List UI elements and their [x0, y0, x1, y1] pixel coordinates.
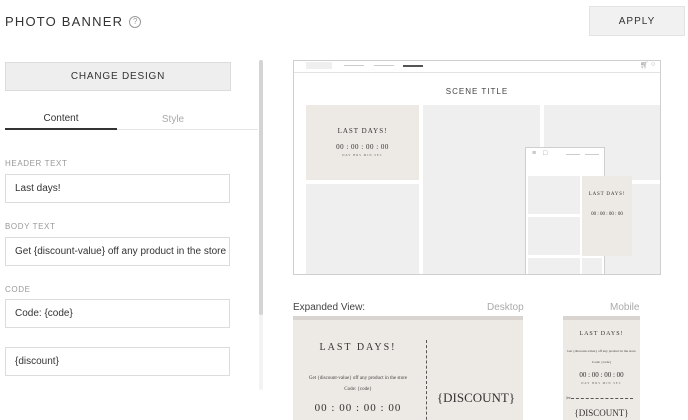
preview-nav-link [344, 65, 364, 66]
tab-style[interactable]: Style [117, 108, 229, 130]
expanded-desktop-body: Get {discount-value} off any product in … [308, 376, 408, 381]
preview-banner-heading: LAST DAYS! [337, 127, 388, 135]
preview-nav-link-active [403, 65, 423, 67]
header-text-input[interactable]: Last days! [5, 174, 230, 203]
desktop-preview: 🛒︎ ○ SCENE TITLE LAST DAYS! 00 : 00 : 00… [293, 60, 661, 275]
preview-banner-countdown-units: DAY HRS MIN SEC [342, 153, 383, 157]
mobile-preview-countdown: 00 : 00 : 00 : 00 [591, 212, 623, 217]
user-icon: ○ [651, 61, 656, 68]
expanded-desktop-banner: LAST DAYS! Get {discount-value} off any … [293, 316, 523, 420]
expanded-desktop-countdown: 00 : 00 : 00 : 00 [314, 402, 402, 414]
expanded-view-label: Expanded View: [293, 302, 366, 313]
mobile-menu-icon: ≡ [532, 150, 537, 157]
body-text-input[interactable]: Get {discount-value} off any product in … [5, 237, 230, 266]
mobile-view-toggle[interactable]: Mobile [610, 302, 639, 313]
change-design-button[interactable]: CHANGE DESIGN [5, 62, 231, 91]
preview-nav-link [374, 65, 394, 66]
expanded-desktop-discount: {DISCOUNT} [436, 390, 516, 405]
editor-tabs: Content Style [5, 108, 258, 130]
code-label: CODE [5, 285, 31, 294]
body-text-label: BODY TEXT [5, 222, 56, 231]
desktop-view-toggle[interactable]: Desktop [487, 302, 524, 313]
help-icon[interactable]: ? [129, 15, 142, 28]
cart-icon: 🛒︎ [640, 62, 649, 69]
scrollbar-thumb[interactable] [259, 60, 263, 315]
mobile-preview-block [582, 258, 602, 274]
expanded-desktop-heading: LAST DAYS! [319, 342, 397, 353]
coupon-divider [426, 340, 427, 420]
mobile-cart-icon: □ [543, 150, 548, 157]
preview-block [306, 184, 419, 274]
mobile-nav-link [566, 154, 580, 155]
mobile-nav-link [585, 154, 599, 155]
mobile-preview: ≡ □ LAST DAYS! 00 : 00 : 00 : 00 [525, 147, 632, 275]
mobile-preview-heading: LAST DAYS! [588, 192, 626, 197]
mobile-preview-block [528, 176, 580, 214]
expanded-mobile-banner: LAST DAYS! Get {discount-value} off any … [563, 316, 640, 420]
page-title-text: PHOTO BANNER [5, 14, 124, 29]
preview-photo-banner: LAST DAYS! 00 : 00 : 00 : 00 DAY HRS MIN… [306, 105, 419, 180]
preview-block [423, 105, 540, 274]
discount-input[interactable]: {discount} [5, 347, 230, 376]
coupon-divider-mobile [571, 398, 633, 399]
expanded-mobile-body: Get {discount-value} off any product in … [567, 349, 636, 353]
header-text-label: HEADER TEXT [5, 159, 68, 168]
code-input[interactable]: Code: {code} [5, 299, 230, 328]
mobile-preview-banner: LAST DAYS! 00 : 00 : 00 : 00 [582, 176, 632, 256]
expanded-mobile-code: Code: {code} [591, 360, 612, 364]
apply-button[interactable]: APPLY [589, 6, 685, 36]
expanded-mobile-countdown: 00 : 00 : 00 : 00 [579, 371, 624, 379]
preview-logo [306, 62, 332, 69]
expanded-mobile-heading: LAST DAYS! [579, 331, 624, 337]
expanded-mobile-countdown-units: DAY HRS MIN SEC [581, 381, 622, 385]
mobile-preview-block [528, 258, 580, 274]
preview-banner-countdown: 00 : 00 : 00 : 00 [336, 143, 389, 151]
preview-nav-bar: 🛒︎ ○ [294, 61, 660, 73]
preview-scene-title: SCENE TITLE [445, 87, 509, 96]
mobile-preview-block [528, 217, 580, 255]
tab-content[interactable]: Content [5, 108, 117, 130]
page-title: PHOTO BANNER ? [5, 14, 142, 29]
expanded-desktop-code: Code: {code} [344, 387, 372, 392]
expanded-mobile-discount: {DISCOUNT} [574, 408, 629, 418]
